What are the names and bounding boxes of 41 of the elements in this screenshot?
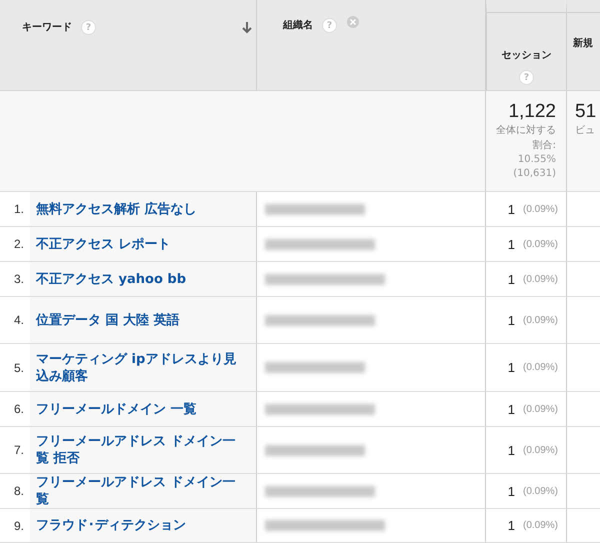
row-number: 7. — [14, 443, 24, 457]
row-number: 8. — [14, 484, 24, 498]
column-label: キーワード — [22, 21, 72, 34]
sessions-share: (0.09%) — [522, 362, 558, 373]
row-number: 9. — [14, 518, 24, 532]
sessions-share: (0.09%) — [522, 274, 558, 284]
column-header[interactable]: セッション ? — [486, 0, 567, 91]
sessions-share: (0.09%) — [522, 238, 558, 250]
sessions-share: (0.09%) — [522, 314, 558, 326]
sessions-value: 1 — [508, 402, 515, 416]
sessions-share: (0.09%) — [522, 486, 558, 496]
summary-value: 1,122 — [508, 101, 556, 123]
column-header[interactable]: キーワード ? — [0, 0, 257, 91]
column-label: 新規 — [573, 36, 593, 50]
sessions-share: (0.09%) — [522, 520, 558, 531]
row-number: 5. — [14, 360, 24, 374]
row-number: 4. — [14, 313, 24, 327]
sessions-value: 1 — [508, 236, 515, 252]
sessions-share: (0.09%) — [522, 404, 558, 414]
summary-percent: 10.55% — [518, 153, 556, 167]
summary-value: 51 — [575, 101, 598, 123]
sessions-value: 1 — [508, 272, 515, 286]
sessions-value: 1 — [508, 518, 515, 533]
sessions-value: 1 — [508, 484, 515, 498]
summary-note: ビュ — [575, 124, 596, 138]
summary-total: (10,631) — [513, 167, 556, 181]
column-label: 組織名 — [283, 18, 313, 32]
sessions-share: (0.09%) — [522, 444, 558, 456]
sessions-value: 1 — [508, 202, 515, 216]
column-label: セッション — [502, 49, 552, 62]
column-header[interactable]: 新規 — [567, 0, 600, 91]
sessions-value: 1 — [508, 312, 515, 328]
row-number: 2. — [14, 237, 24, 251]
sessions-value: 1 — [508, 442, 515, 458]
sort-arrow-icon[interactable] — [242, 22, 252, 34]
row-number: 3. — [14, 272, 24, 286]
summary-note: 全体に対する割合: — [495, 124, 556, 153]
row-number: 1. — [14, 202, 24, 216]
sessions-share: (0.09%) — [522, 204, 558, 214]
sessions-value: 1 — [508, 360, 515, 375]
row-number: 6. — [14, 402, 24, 416]
